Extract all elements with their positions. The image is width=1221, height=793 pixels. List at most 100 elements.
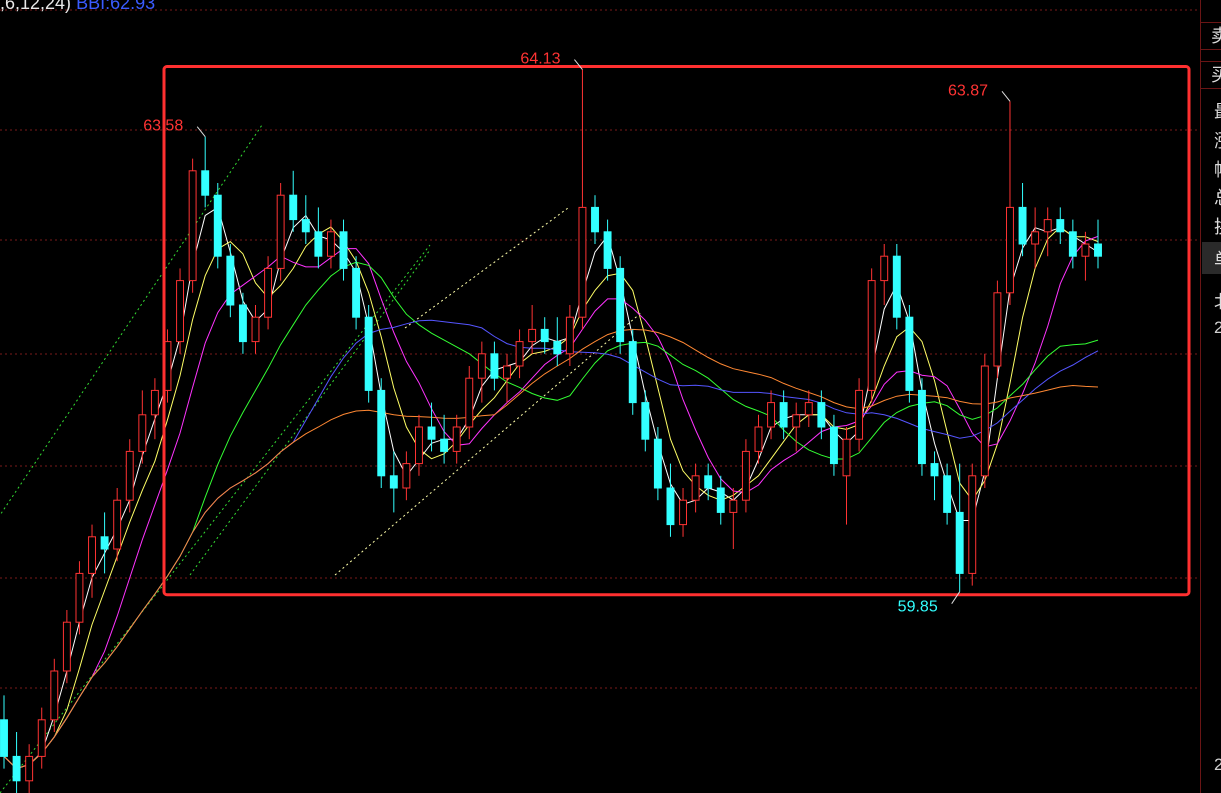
panel-label-1: 最 <box>1214 98 1221 124</box>
candle-body <box>150 389 159 416</box>
candle <box>452 414 461 464</box>
candlestick-chart[interactable]: 63.58 64.13 63.87 59.85 <box>0 0 1200 793</box>
candle <box>276 183 285 281</box>
candle <box>792 402 801 452</box>
candle <box>264 256 273 330</box>
candle-body <box>943 475 952 513</box>
moving-average-lines <box>3 206 1099 770</box>
candle <box>880 244 889 305</box>
bbi-value: BBI:62.93 <box>76 0 156 13</box>
candle <box>1031 207 1040 269</box>
candle-body <box>880 255 889 282</box>
candle-body <box>729 499 738 513</box>
candle-body <box>1056 219 1065 233</box>
candle-body <box>779 402 788 428</box>
candle-body <box>540 328 549 343</box>
ma-green-line <box>3 261 1099 770</box>
candle <box>767 390 776 440</box>
candle <box>503 353 511 403</box>
candle <box>691 463 700 513</box>
candle <box>829 414 838 476</box>
candle-body <box>603 231 612 269</box>
candle-body <box>628 341 637 404</box>
candle <box>855 378 864 452</box>
candle-body <box>691 475 700 501</box>
candle <box>125 439 134 513</box>
candle-body <box>817 402 826 428</box>
ma-orange-line <box>3 328 1099 770</box>
candle <box>616 256 625 354</box>
candle <box>12 732 21 793</box>
candle-body <box>1018 206 1027 245</box>
candle-body <box>176 280 185 343</box>
candle-body <box>704 475 713 489</box>
candle <box>490 341 499 391</box>
candle <box>389 451 398 513</box>
candle-body <box>1068 231 1077 257</box>
buy-row[interactable]: 买 <box>1201 61 1221 89</box>
candle-body <box>213 194 222 257</box>
candle <box>402 451 411 501</box>
candle-body <box>88 536 96 574</box>
candle <box>968 463 977 586</box>
candle-body <box>138 414 147 452</box>
candle-body <box>553 341 562 355</box>
candle <box>188 158 197 293</box>
candle-body <box>465 377 474 428</box>
candle-body <box>1094 243 1102 257</box>
candle-body <box>905 316 914 391</box>
candle-body <box>125 450 134 501</box>
candle <box>176 268 185 354</box>
candle <box>804 390 813 427</box>
candlesticks <box>0 69 1102 793</box>
candle-body <box>892 255 901 318</box>
candle-body <box>565 316 574 355</box>
candle <box>905 305 914 403</box>
candle-body <box>25 755 34 782</box>
price-range-box <box>162 65 1191 597</box>
candle-body <box>276 194 285 269</box>
candle-body <box>1043 219 1052 233</box>
candle <box>25 744 34 793</box>
candle <box>980 353 989 488</box>
candle-body <box>100 536 109 550</box>
candle <box>754 414 763 464</box>
candle-body <box>314 231 323 257</box>
right-quote-panel: 卖 买 最 涨 幅 总 换 单 北 2 2 <box>1200 0 1221 793</box>
candle-body <box>402 463 411 489</box>
candle-body <box>591 206 599 233</box>
candle-body <box>842 438 851 477</box>
candle-body <box>37 719 46 757</box>
panel-label-5: 换 <box>1214 213 1221 239</box>
candle-body <box>741 450 750 501</box>
candle-body <box>955 511 964 574</box>
candle-body <box>326 231 335 257</box>
candle <box>415 414 423 476</box>
candle-body <box>792 414 801 428</box>
candle <box>37 707 46 769</box>
candle <box>930 451 939 501</box>
candle <box>377 378 386 488</box>
candle-body <box>377 389 386 477</box>
candle-body <box>440 438 449 452</box>
candle-body <box>641 402 650 440</box>
panel-label-2: 涨 <box>1214 127 1221 153</box>
candle <box>1081 231 1090 281</box>
candle-body <box>616 267 625 343</box>
range-highlight-box <box>162 65 1191 597</box>
candle-body <box>930 463 939 477</box>
candle-body <box>389 475 398 489</box>
candle <box>138 390 147 464</box>
candle-body <box>75 572 84 623</box>
sell-row[interactable]: 卖 <box>1201 22 1221 50</box>
candle-body <box>238 304 247 343</box>
ma-white-line <box>3 206 1099 770</box>
candle <box>100 512 109 574</box>
candle <box>892 244 901 330</box>
panel-label-7: 北 <box>1214 288 1221 314</box>
candle-body <box>289 194 298 221</box>
annotation-pointer <box>1001 90 1011 102</box>
candle-body <box>515 341 524 367</box>
candle <box>1006 101 1014 305</box>
annotation-label: 63.87 <box>948 82 988 99</box>
